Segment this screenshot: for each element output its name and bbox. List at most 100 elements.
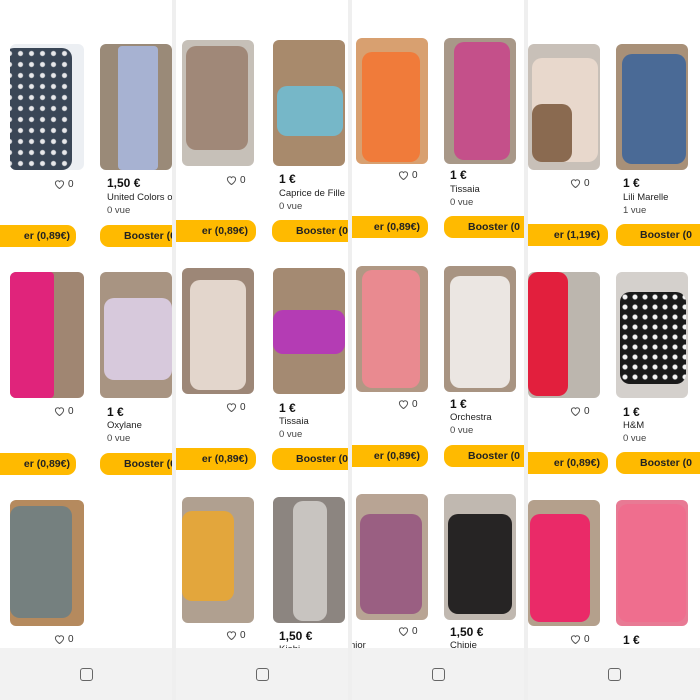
item-price: 1,50 € — [279, 629, 313, 643]
item-price: 1 € — [623, 176, 640, 190]
item-photo[interactable] — [444, 266, 516, 392]
item-views: 0 vue — [450, 425, 474, 436]
item-photo[interactable] — [273, 268, 345, 394]
item-photo[interactable] — [616, 500, 688, 626]
item-photo[interactable] — [182, 268, 254, 394]
like-button[interactable]: 0 — [54, 404, 74, 418]
item-brand: H&M — [623, 420, 645, 431]
like-count: 0 — [412, 625, 418, 637]
item-views: 0 vue — [107, 433, 131, 444]
home-square-icon[interactable] — [607, 667, 621, 681]
boost-label: er (0,89€) — [373, 221, 420, 233]
boost-button[interactable]: Booster (0 — [272, 220, 348, 242]
heart-outline-icon — [54, 635, 65, 644]
item-photo[interactable] — [356, 266, 428, 392]
item-photo[interactable] — [528, 44, 600, 170]
like-count: 0 — [68, 178, 74, 190]
boost-label: er (1,19€) — [553, 229, 600, 241]
item-photo[interactable] — [182, 497, 254, 623]
item-photo[interactable] — [528, 500, 600, 626]
item-photo[interactable] — [10, 272, 84, 398]
item-photo[interactable] — [444, 38, 516, 164]
android-navigation-bar — [352, 648, 524, 700]
screenshot-panel-4: 0 er (1,19€) 1 € Lili Marelle 1 vue Boos… — [528, 0, 700, 700]
item-photo[interactable] — [356, 494, 428, 620]
boost-button[interactable]: Booster (0 — [616, 224, 700, 246]
boost-button[interactable]: er (1,19€) — [528, 224, 608, 246]
boost-label: er (0,89€) — [373, 450, 420, 462]
like-button[interactable]: 0 — [570, 404, 590, 418]
like-count: 0 — [584, 405, 590, 417]
like-count: 0 — [412, 398, 418, 410]
item-photo[interactable] — [10, 500, 84, 626]
like-button[interactable]: 0 — [398, 168, 418, 182]
boost-button[interactable]: er (0,89€) — [0, 453, 76, 475]
item-photo[interactable] — [100, 44, 172, 170]
item-photo[interactable] — [616, 272, 688, 398]
like-button[interactable]: 0 — [398, 397, 418, 411]
screenshot-panel-2: 0 er (0,89€) 1 € Caprice de Fille 0 vue … — [176, 0, 348, 700]
heart-outline-icon — [398, 400, 409, 409]
item-views: 0 vue — [279, 201, 303, 212]
item-photo[interactable] — [356, 38, 428, 164]
boost-label: er (0,89€) — [201, 453, 248, 465]
screenshot-panel-3: 0 er (0,89€) 1 € Tissaia 0 vue Booster (… — [352, 0, 524, 700]
home-square-icon[interactable] — [431, 667, 445, 681]
item-views: 0 vue — [450, 197, 474, 208]
like-button[interactable]: 0 — [570, 632, 590, 646]
item-price: 1 € — [279, 172, 296, 186]
like-count: 0 — [68, 405, 74, 417]
item-brand: Lili Marelle — [623, 192, 669, 203]
item-photo[interactable] — [10, 44, 84, 170]
item-brand: Tissaia — [279, 416, 309, 427]
item-photo[interactable] — [616, 44, 688, 170]
like-button[interactable]: 0 — [54, 632, 74, 646]
item-photo[interactable] — [528, 272, 600, 398]
heart-outline-icon — [226, 176, 237, 185]
boost-button[interactable]: er (0,89€) — [352, 216, 428, 238]
like-button[interactable]: 0 — [226, 400, 246, 414]
boost-button[interactable]: er (0,89€) — [528, 452, 608, 474]
boost-button[interactable]: er (0,89€) — [0, 225, 76, 247]
item-price: 1 € — [279, 401, 296, 415]
item-photo[interactable] — [444, 494, 516, 620]
item-photo[interactable] — [182, 40, 254, 166]
item-price: 1 € — [450, 397, 467, 411]
boost-label: Booster (0 — [468, 450, 520, 462]
android-navigation-bar — [176, 648, 348, 700]
like-button[interactable]: 0 — [226, 173, 246, 187]
boost-button[interactable]: Booster (0 — [100, 453, 172, 475]
home-square-icon[interactable] — [255, 667, 269, 681]
like-count: 0 — [584, 177, 590, 189]
item-views: 0 vue — [107, 205, 131, 216]
boost-button[interactable]: er (0,89€) — [176, 448, 256, 470]
item-price: 1 € — [623, 405, 640, 419]
item-price: 1 € — [623, 633, 640, 647]
like-count: 0 — [240, 401, 246, 413]
item-photo[interactable] — [100, 272, 172, 398]
like-button[interactable]: 0 — [398, 624, 418, 638]
item-photo[interactable] — [273, 40, 345, 166]
like-count: 0 — [240, 629, 246, 641]
boost-button[interactable]: Booster (0 — [616, 452, 700, 474]
item-price: 1 € — [107, 405, 124, 419]
boost-label: Booster (0 — [468, 221, 520, 233]
boost-label: er (0,89€) — [23, 458, 70, 470]
boost-button[interactable]: er (0,89€) — [352, 445, 428, 467]
item-views: 0 vue — [623, 433, 647, 444]
boost-button[interactable]: er (0,89€) — [176, 220, 256, 242]
like-button[interactable]: 0 — [570, 176, 590, 190]
heart-outline-icon — [570, 407, 581, 416]
boost-button[interactable]: Booster (0 — [100, 225, 172, 247]
boost-label: Booster (0 — [640, 229, 692, 241]
home-square-icon[interactable] — [79, 667, 93, 681]
item-photo[interactable] — [273, 497, 345, 623]
like-button[interactable]: 0 — [226, 628, 246, 642]
like-count: 0 — [68, 633, 74, 645]
like-button[interactable]: 0 — [54, 177, 74, 191]
boost-button[interactable]: Booster (0 — [444, 445, 524, 467]
boost-label: er (0,89€) — [201, 225, 248, 237]
boost-button[interactable]: Booster (0 — [272, 448, 348, 470]
boost-button[interactable]: Booster (0 — [444, 216, 524, 238]
boost-label: Booster (0 — [124, 230, 172, 242]
